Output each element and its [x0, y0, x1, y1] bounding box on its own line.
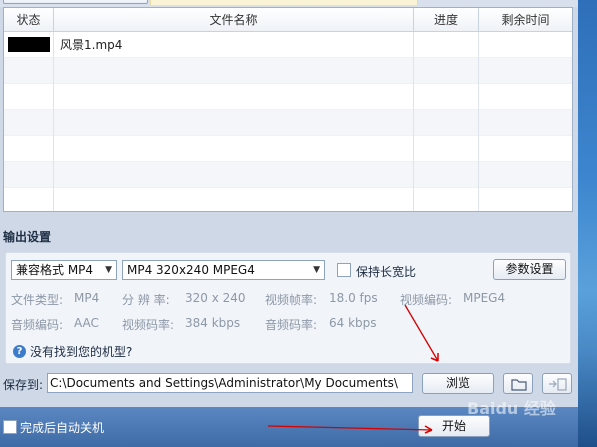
video-bitrate-value: 384 kbps	[185, 316, 241, 330]
table-row	[4, 136, 572, 162]
audio-bitrate-value: 64 kbps	[329, 316, 377, 330]
top-strip	[0, 0, 597, 7]
output-settings-panel: 兼容格式 MP4 ▼ MP4 320x240 MPEG4 ▼ 保持长宽比 参数设…	[5, 252, 571, 364]
file-progress	[414, 32, 479, 58]
format-select[interactable]: 兼容格式 MP4 ▼	[11, 260, 117, 280]
preset-select[interactable]: MP4 320x240 MPEG4 ▼	[122, 260, 325, 280]
table-row	[4, 188, 572, 211]
column-filename[interactable]: 文件名称	[54, 8, 414, 32]
export-icon	[549, 378, 567, 391]
audio-codec-value: AAC	[74, 316, 99, 330]
audio-codec-label: 音频编码:	[11, 318, 64, 332]
top-notice-bar	[150, 0, 418, 5]
resolution-value: 320 x 240	[185, 291, 246, 305]
table-row	[4, 58, 572, 84]
help-link[interactable]: ? 没有找到您的机型?	[13, 343, 132, 360]
column-status[interactable]: 状态	[4, 8, 54, 32]
save-path-input[interactable]: C:\Documents and Settings\Administrator\…	[47, 373, 413, 393]
watermark-text: Baidu 经验	[467, 399, 557, 418]
column-progress[interactable]: 进度	[414, 8, 479, 32]
file-type-label: 文件类型:	[11, 293, 64, 307]
desktop-wallpaper	[578, 0, 597, 447]
table-row	[4, 162, 572, 188]
baidu-watermark: Baidu 经验	[467, 399, 557, 418]
video-bitrate-label: 视频码率:	[122, 318, 175, 332]
file-list-table: 状态 文件名称 进度 剩余时间 风景1.mp4	[3, 7, 573, 212]
file-type-value: MP4	[74, 291, 100, 305]
format-select-value: 兼容格式 MP4	[16, 263, 94, 277]
table-body: 风景1.mp4	[4, 32, 572, 211]
save-to-label: 保存到:	[3, 378, 44, 392]
file-name: 风景1.mp4	[54, 32, 414, 58]
keep-ratio-label: 保持长宽比	[356, 265, 417, 279]
top-partial-button[interactable]	[3, 0, 148, 4]
table-row	[4, 110, 572, 136]
table-row	[4, 84, 572, 110]
file-remaining	[479, 32, 572, 58]
folder-icon	[511, 379, 527, 391]
params-settings-button[interactable]: 参数设置	[493, 259, 566, 280]
auto-shutdown-checkbox[interactable]	[3, 420, 17, 434]
browse-button[interactable]: 浏览	[422, 373, 494, 394]
resolution-label: 分 辨 率:	[122, 293, 170, 307]
open-folder-button[interactable]	[503, 373, 533, 394]
auto-shutdown-label: 完成后自动关机	[20, 421, 105, 435]
chevron-down-icon: ▼	[105, 265, 112, 275]
video-codec-value: MPEG4	[463, 291, 506, 305]
table-row[interactable]: 风景1.mp4	[4, 32, 572, 58]
video-codec-label: 视频编码:	[400, 293, 453, 307]
preset-select-value: MP4 320x240 MPEG4	[127, 263, 255, 277]
chevron-down-icon: ▼	[313, 265, 320, 275]
help-icon: ?	[13, 345, 26, 358]
table-header: 状态 文件名称 进度 剩余时间	[4, 8, 572, 32]
help-link-text: 没有找到您的机型?	[30, 345, 133, 359]
export-button[interactable]	[542, 373, 572, 394]
audio-bitrate-label: 音频码率:	[265, 318, 318, 332]
status-indicator	[8, 37, 50, 52]
output-settings-title: 输出设置	[3, 230, 52, 244]
column-remaining-time[interactable]: 剩余时间	[479, 8, 572, 32]
framerate-label: 视频帧率:	[265, 293, 318, 307]
keep-ratio-checkbox[interactable]	[337, 263, 351, 277]
framerate-value: 18.0 fps	[329, 291, 378, 305]
